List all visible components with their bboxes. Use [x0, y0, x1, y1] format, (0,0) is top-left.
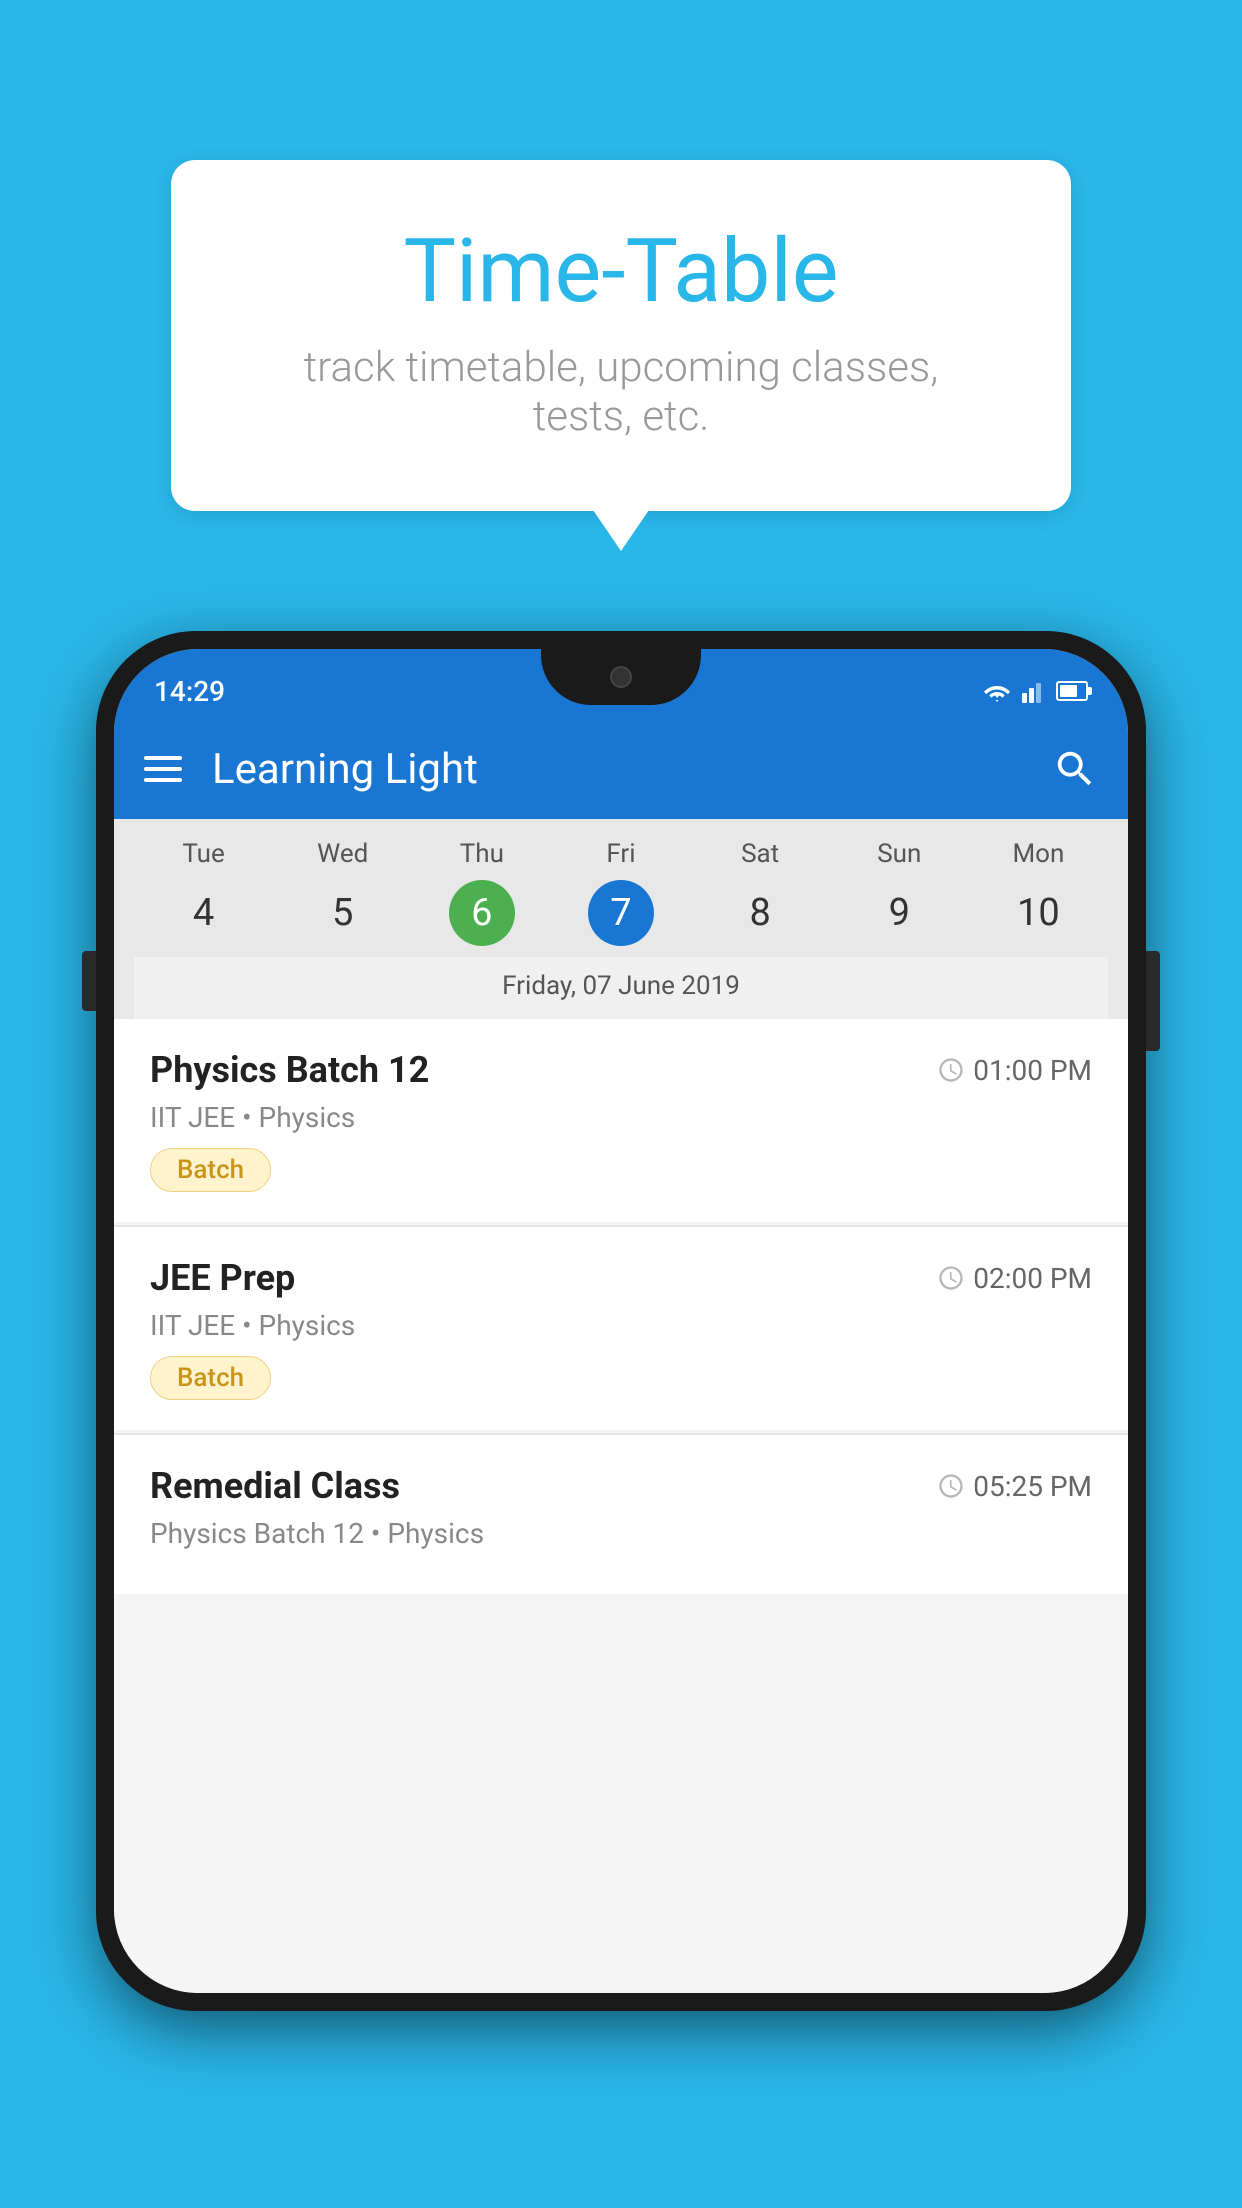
day-header-mon: Mon	[969, 839, 1108, 869]
selected-date-label: Friday, 07 June 2019	[134, 957, 1108, 1019]
status-bar: 14:29	[114, 649, 1128, 719]
schedule-item-3-header: Remedial Class 05:25 PM	[150, 1465, 1092, 1507]
camera-dot	[610, 666, 632, 688]
schedule-item-3-sub: Physics Batch 12 • Physics	[150, 1517, 1092, 1550]
schedule-item-1-name: Physics Batch 12	[150, 1049, 429, 1091]
day-header-wed: Wed	[273, 839, 412, 869]
day-header-tue: Tue	[134, 839, 273, 869]
schedule-item-2-sub: IIT JEE • Physics	[150, 1309, 1092, 1342]
status-icons	[982, 679, 1088, 703]
phone-screen: 14:29	[114, 649, 1128, 1993]
tooltip-title: Time-Table	[251, 220, 991, 323]
tooltip-card: Time-Table track timetable, upcoming cla…	[171, 160, 1071, 511]
day-numbers: 4 5 6 7 8 9 10	[134, 879, 1108, 957]
battery-icon	[1056, 681, 1088, 701]
clock-icon	[937, 1056, 965, 1084]
clock-icon-2	[937, 1264, 965, 1292]
schedule-item-2-time: 02:00 PM	[937, 1262, 1092, 1295]
batch-badge-1: Batch	[150, 1148, 271, 1192]
day-4[interactable]: 4	[134, 879, 273, 947]
notch	[541, 649, 701, 705]
day-header-sat: Sat	[691, 839, 830, 869]
app-title: Learning Light	[212, 745, 1022, 794]
day-7-selected[interactable]: 7	[588, 880, 654, 946]
calendar-section: Tue Wed Thu Fri Sat Sun Mon 4 5 6 7 8 9 …	[114, 819, 1128, 1019]
schedule-item-2-name: JEE Prep	[150, 1257, 295, 1299]
app-bar: Learning Light	[114, 719, 1128, 819]
status-time: 14:29	[154, 675, 225, 708]
hamburger-menu-icon[interactable]	[144, 756, 182, 782]
day-10[interactable]: 10	[969, 879, 1108, 947]
tooltip-subtitle: track timetable, upcoming classes, tests…	[251, 343, 991, 441]
schedule-item-3-time: 05:25 PM	[937, 1470, 1092, 1503]
day-header-thu: Thu	[412, 839, 551, 869]
schedule-item-1-sub: IIT JEE • Physics	[150, 1101, 1092, 1134]
day-6-today[interactable]: 6	[449, 880, 515, 946]
search-icon[interactable]	[1052, 746, 1098, 792]
phone-mockup: 14:29	[96, 631, 1146, 2011]
day-header-sun: Sun	[830, 839, 969, 869]
signal-icon	[1022, 679, 1046, 703]
schedule-item-2-header: JEE Prep 02:00 PM	[150, 1257, 1092, 1299]
schedule-item-3[interactable]: Remedial Class 05:25 PM Physics Batch 12…	[114, 1435, 1128, 1594]
day-headers: Tue Wed Thu Fri Sat Sun Mon	[134, 839, 1108, 879]
day-8[interactable]: 8	[691, 879, 830, 947]
schedule-list: Physics Batch 12 01:00 PM IIT JEE • Phys…	[114, 1019, 1128, 1993]
clock-icon-3	[937, 1472, 965, 1500]
schedule-item-1[interactable]: Physics Batch 12 01:00 PM IIT JEE • Phys…	[114, 1019, 1128, 1222]
schedule-item-1-header: Physics Batch 12 01:00 PM	[150, 1049, 1092, 1091]
schedule-item-3-name: Remedial Class	[150, 1465, 400, 1507]
day-5[interactable]: 5	[273, 879, 412, 947]
schedule-item-1-time: 01:00 PM	[937, 1054, 1092, 1087]
wifi-icon	[982, 679, 1012, 703]
schedule-item-2[interactable]: JEE Prep 02:00 PM IIT JEE • Physics Batc…	[114, 1227, 1128, 1430]
day-9[interactable]: 9	[830, 879, 969, 947]
phone-frame: 14:29	[96, 631, 1146, 2011]
batch-badge-2: Batch	[150, 1356, 271, 1400]
day-header-fri: Fri	[551, 839, 690, 869]
